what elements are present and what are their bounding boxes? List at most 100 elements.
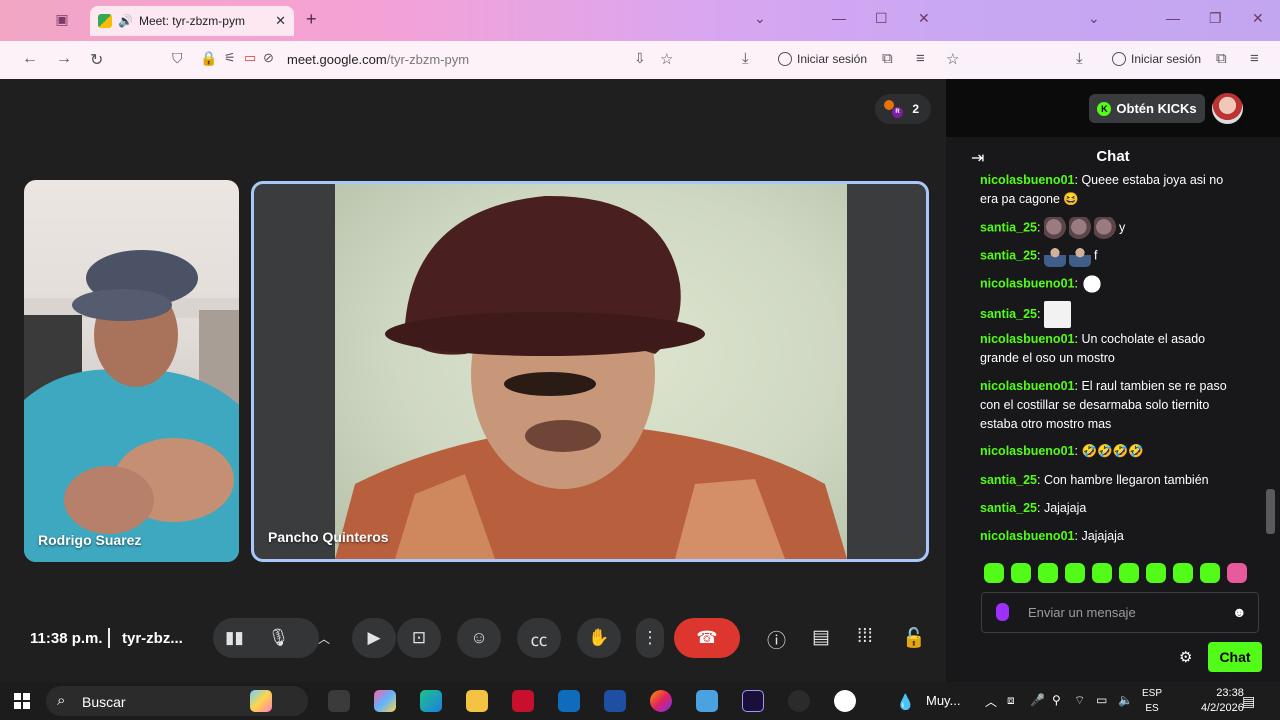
chat-username[interactable]: nicolasbueno01	[980, 444, 1074, 458]
chat-username[interactable]: santia_25	[980, 501, 1037, 515]
close-tab-icon[interactable]: ✕	[275, 13, 286, 29]
emote-icon[interactable]	[984, 563, 1004, 583]
chat-scrollbar-thumb[interactable]	[1266, 489, 1275, 534]
tray-app-icon[interactable]: ⧈	[1007, 693, 1015, 708]
task-view-icon[interactable]	[328, 690, 350, 712]
media-player-icon[interactable]	[834, 690, 856, 712]
permissions-icon[interactable]: ⚟	[224, 50, 236, 66]
file-explorer-icon[interactable]	[466, 690, 488, 712]
chat-settings-icon[interactable]: ⚙	[1179, 648, 1192, 666]
more-options-button[interactable]: ⋮	[636, 618, 664, 658]
activities-icon[interactable]: ⁞⁞⁞	[857, 626, 873, 648]
copilot-sparkle-icon[interactable]	[250, 690, 272, 712]
emote-icon[interactable]	[1173, 563, 1193, 583]
bookmark-star-icon[interactable]: ☆	[660, 50, 673, 68]
input-language[interactable]: ESP ES	[1142, 686, 1162, 716]
minimize-icon[interactable]: —	[1166, 10, 1180, 26]
chat-username[interactable]: nicolasbueno01	[980, 529, 1074, 543]
microphone-tray-icon[interactable]: 🎤	[1030, 693, 1045, 707]
menu-icon[interactable]: ≡	[916, 50, 925, 67]
tab-actions-icon[interactable]: ▣	[52, 11, 72, 29]
get-kicks-button[interactable]: K Obtén KICKs	[1089, 94, 1205, 123]
chevron-up-icon[interactable]: ︿	[318, 630, 330, 647]
emote-icon[interactable]	[1038, 563, 1058, 583]
firefox-icon[interactable]	[650, 690, 672, 712]
edge-icon[interactable]	[420, 690, 442, 712]
extensions-icon[interactable]: ⧉	[882, 50, 893, 67]
audio-playing-icon[interactable]: 🔊	[118, 14, 133, 28]
weather-text[interactable]: Muy...	[926, 693, 960, 708]
camera-in-use-icon[interactable]: ▭	[244, 50, 256, 66]
meeting-code[interactable]: tyr-zbz...	[122, 630, 183, 647]
mcafee-icon[interactable]	[512, 690, 534, 712]
l-app-icon[interactable]	[604, 690, 626, 712]
leave-call-button[interactable]: ☎	[674, 618, 740, 658]
participants-badge[interactable]: R 2	[875, 94, 931, 124]
bookmark-star-icon[interactable]: ☆	[946, 50, 959, 68]
emoji-button[interactable]: ☺	[457, 618, 501, 658]
shield-icon[interactable]: ⛉	[172, 50, 183, 67]
copilot-app-icon[interactable]	[374, 690, 396, 712]
avatar[interactable]	[1212, 93, 1243, 124]
close-window-icon[interactable]: ✕	[1252, 10, 1264, 27]
lock-icon[interactable]: 🔒	[200, 50, 217, 67]
extensions-icon[interactable]: ⧉	[1216, 50, 1227, 67]
emote-icon[interactable]	[1092, 563, 1112, 583]
emote-icon[interactable]	[1065, 563, 1085, 583]
emoji-picker-icon[interactable]: ☻	[1232, 604, 1247, 620]
photos-icon[interactable]	[696, 690, 718, 712]
downloads-icon[interactable]: ⤓	[742, 50, 749, 67]
outlook-icon[interactable]	[558, 690, 580, 712]
host-controls-icon[interactable]: 🔓	[902, 626, 926, 650]
notifications-icon[interactable]: ▤	[1242, 693, 1255, 710]
tab-list-icon[interactable]: ⌄	[754, 10, 766, 27]
windows-start-icon[interactable]	[14, 693, 30, 709]
emote-icon[interactable]	[1011, 563, 1031, 583]
new-tab-icon[interactable]: +	[306, 9, 317, 30]
sign-in-button[interactable]: Iniciar sesión	[778, 52, 867, 66]
microphone-icon[interactable]: 🎙	[268, 628, 290, 648]
downloads-icon[interactable]: ⤓	[1076, 50, 1083, 67]
minimize-icon[interactable]: —	[832, 10, 846, 26]
tab-meet[interactable]: 🔊 Meet: tyr-zbzm-pym ✕	[90, 6, 294, 36]
video-tile-pancho[interactable]: Pancho Quinteros	[251, 181, 929, 562]
url-text[interactable]: meet.google.com/tyr-zbzm-pym	[287, 52, 469, 67]
chat-icon[interactable]: ▤	[812, 626, 830, 649]
chat-username[interactable]: santia_25	[980, 473, 1037, 487]
location-icon[interactable]: ⚲	[1052, 693, 1061, 707]
battery-icon[interactable]: ▭	[1096, 693, 1107, 707]
camera-icon[interactable]: ▶	[352, 618, 397, 658]
chat-username[interactable]: santia_25	[980, 307, 1037, 321]
chat-username[interactable]: nicolasbueno01	[980, 276, 1074, 290]
back-icon[interactable]: ←	[22, 50, 38, 68]
restore-icon[interactable]: ❐	[1209, 10, 1222, 27]
video-tile-rodrigo[interactable]: Rodrigo Suarez	[24, 180, 239, 562]
sign-in-button[interactable]: Iniciar sesión	[1112, 52, 1201, 66]
menu-icon[interactable]: ≡	[1250, 50, 1259, 67]
emote-icon[interactable]	[1200, 563, 1220, 583]
wifi-icon[interactable]: ⌔	[1074, 693, 1085, 708]
emote-icon[interactable]	[1227, 563, 1247, 583]
weather-icon[interactable]: 💧	[896, 693, 915, 711]
mic-blocked-icon[interactable]: ⊘	[263, 50, 274, 66]
emote-icon[interactable]	[1146, 563, 1166, 583]
raise-hand-button[interactable]: ✋	[577, 618, 621, 658]
reload-icon[interactable]: ↻	[90, 50, 103, 70]
present-screen-button[interactable]: ⊡	[397, 618, 441, 658]
premiere-pro-icon[interactable]	[742, 690, 764, 712]
maximize-icon[interactable]: ☐	[875, 10, 888, 27]
chat-username[interactable]: nicolasbueno01	[980, 173, 1074, 187]
install-app-icon[interactable]: ⇩	[634, 50, 646, 67]
chat-username[interactable]: nicolasbueno01	[980, 379, 1074, 393]
obs-icon[interactable]	[788, 690, 810, 712]
volume-icon[interactable]: 🔈	[1118, 693, 1133, 707]
chat-username[interactable]: santia_25	[980, 220, 1037, 234]
taskbar-clock[interactable]: 23:38 4/2/2026	[1201, 686, 1244, 716]
chat-username[interactable]: nicolasbueno01	[980, 332, 1074, 346]
tab-list-icon[interactable]: ⌄	[1088, 10, 1100, 27]
voice-icon[interactable]	[996, 603, 1009, 621]
emote-icon[interactable]	[1119, 563, 1139, 583]
captions-button[interactable]: ㏄	[517, 618, 561, 658]
show-hidden-icons-icon[interactable]: ︿	[985, 693, 997, 710]
close-window-icon[interactable]: ✕	[918, 10, 930, 27]
